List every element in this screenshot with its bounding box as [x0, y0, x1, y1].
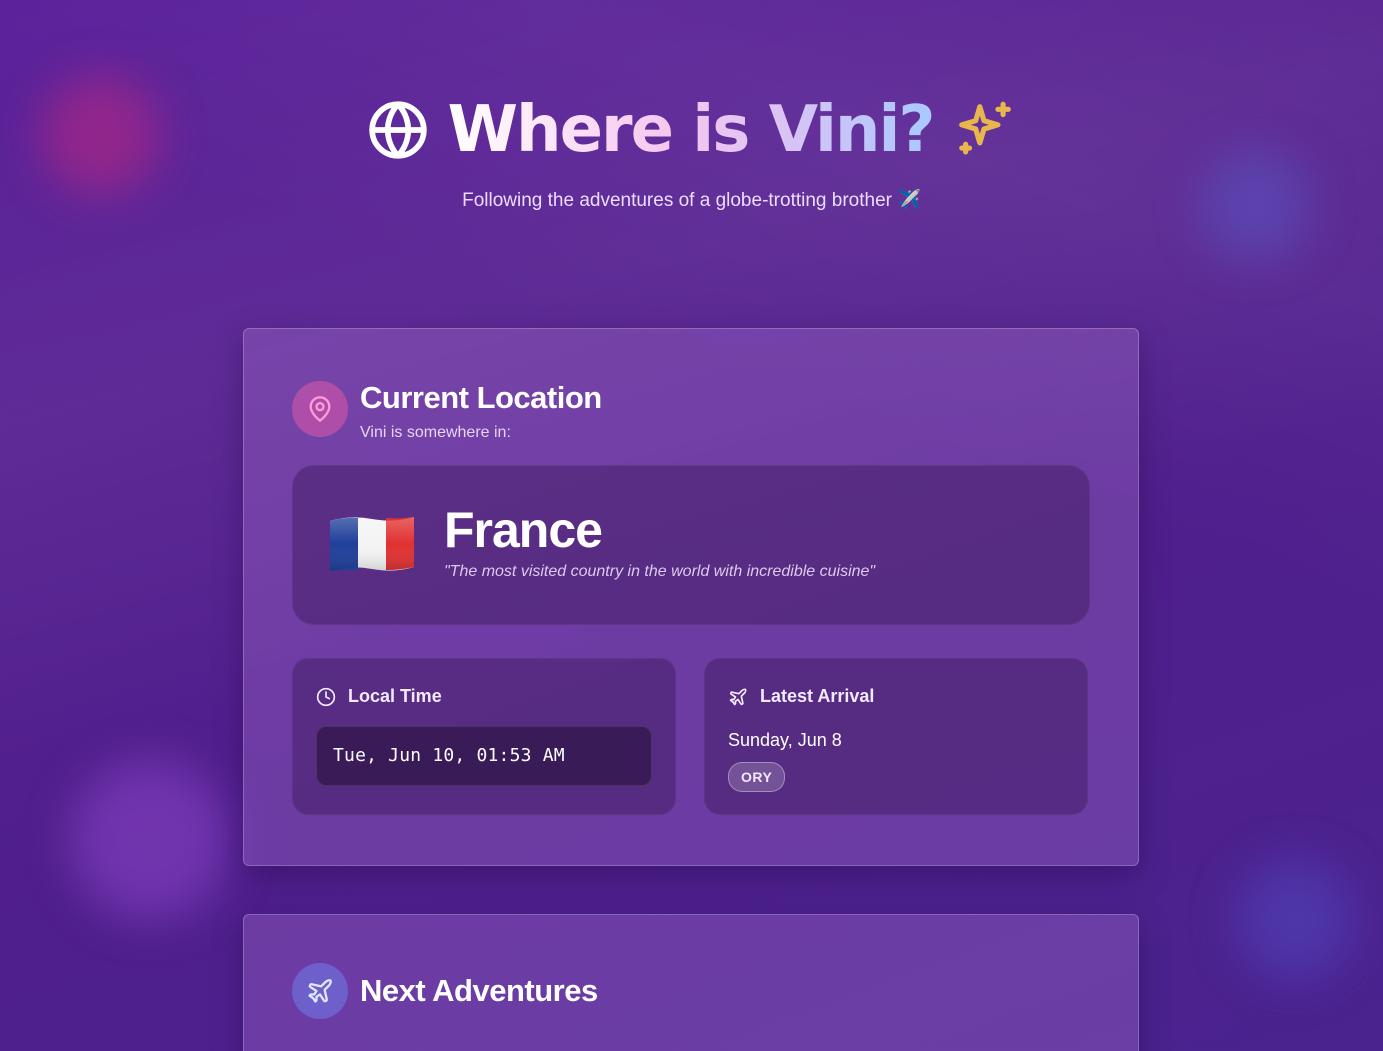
plane-icon: [308, 979, 332, 1003]
globe-icon: [369, 101, 428, 159]
current-location-header: Current Location Vini is somewhere in:: [292, 380, 602, 442]
plane-icon-badge: [292, 963, 348, 1019]
country-name: France: [444, 502, 603, 558]
france-flag: [330, 517, 414, 571]
next-adventures-title: Next Adventures: [360, 972, 598, 1008]
map-pin-icon-badge: [292, 381, 348, 437]
next-adventures-card: Next Adventures: [243, 914, 1139, 1051]
page-subtitle: Following the adventures of a globe-trot…: [462, 190, 921, 211]
next-adventures-header: Next Adventures: [292, 963, 598, 1019]
page-header: Where is Vini? Following the adventures …: [0, 90, 1383, 212]
local-time-header: Local Time: [316, 686, 442, 707]
latest-arrival-panel: Latest Arrival Sunday, Jun 8 ORY: [704, 658, 1088, 815]
plane-icon: [729, 688, 747, 705]
latest-arrival-label: Latest Arrival: [760, 686, 875, 706]
page-title: Where is Vini?: [447, 93, 935, 167]
current-location-card: Current Location Vini is somewhere in: F…: [243, 328, 1139, 866]
latest-arrival-date: Sunday, Jun 8: [728, 730, 842, 750]
clock-icon: [316, 687, 336, 706]
latest-arrival-header: Latest Arrival: [728, 686, 874, 707]
local-time-value: Tue, Jun 10, 01:53 AM: [333, 745, 565, 766]
background-orb: [1235, 860, 1355, 980]
current-location-heading-group: Current Location Vini is somewhere in:: [360, 380, 602, 442]
title-row: Where is Vini?: [367, 90, 1015, 170]
map-pin-icon: [309, 396, 331, 422]
airport-code-badge: ORY: [728, 762, 786, 792]
local-time-label: Local Time: [348, 686, 442, 706]
current-location-title: Current Location: [360, 380, 602, 415]
local-time-panel: Local Time Tue, Jun 10, 01:53 AM: [292, 658, 676, 815]
local-time-display: Tue, Jun 10, 01:53 AM: [316, 726, 652, 786]
current-location-subtitle: Vini is somewhere in:: [360, 424, 511, 441]
sparkle-icon: [958, 101, 1011, 155]
country-panel: France "The most visited country in the …: [292, 465, 1090, 625]
background-orb: [70, 760, 230, 920]
country-quote: "The most visited country in the world w…: [444, 563, 876, 580]
